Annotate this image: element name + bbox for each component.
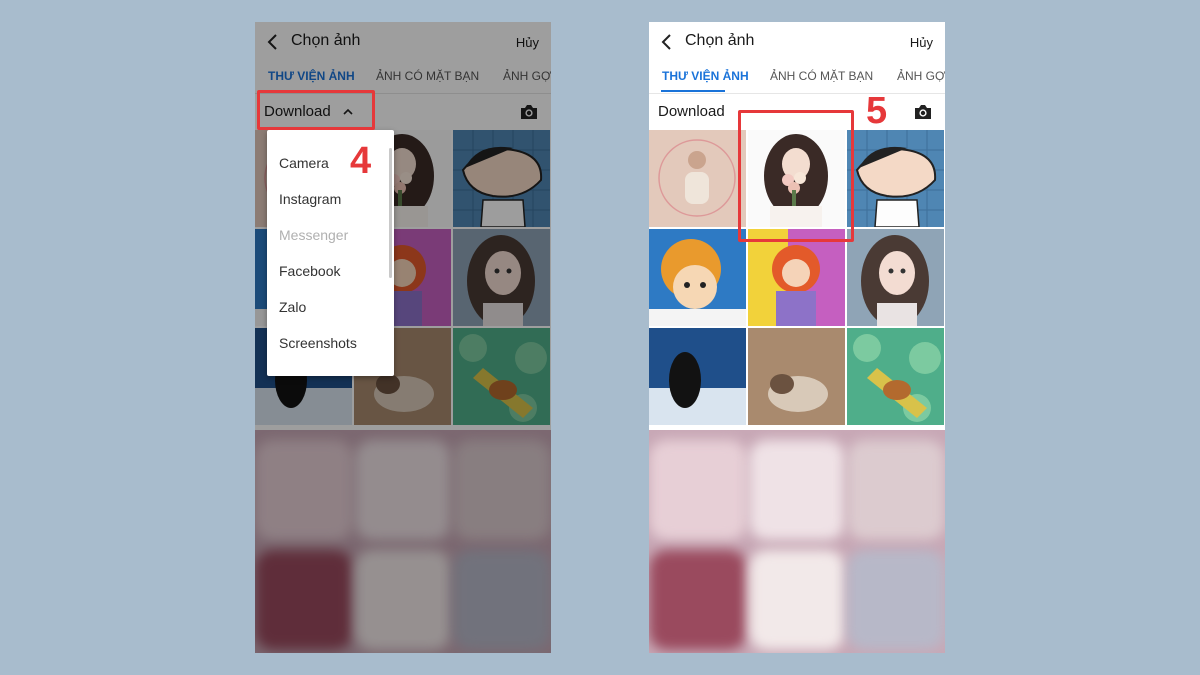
highlight-box-photo (738, 110, 854, 242)
active-tab-indicator (661, 90, 725, 92)
tab-suggested[interactable]: ẢNH GỢI (503, 69, 551, 83)
photo-thumbnail[interactable] (649, 130, 746, 227)
album-dropdown-menu: Camera Instagram Messenger Facebook Zalo… (267, 130, 394, 376)
blurred-photos (255, 430, 551, 653)
step-number: 5 (866, 90, 888, 132)
header-bar: Chọn ảnh Hủy (649, 22, 945, 62)
photo-thumbnail[interactable] (453, 130, 550, 227)
tab-library[interactable]: THƯ VIỆN ẢNH (268, 69, 355, 83)
album-option-camera[interactable]: Camera (279, 155, 329, 171)
photo-thumbnail[interactable] (453, 328, 550, 425)
tab-library[interactable]: THƯ VIỆN ẢNH (662, 69, 749, 83)
album-option-screenshots[interactable]: Screenshots (279, 335, 357, 351)
highlight-box-album (257, 90, 375, 130)
camera-icon[interactable] (519, 103, 539, 121)
tab-photos-with-you[interactable]: ẢNH CÓ MẶT BẠN (376, 69, 479, 83)
photo-thumbnail[interactable] (847, 328, 944, 425)
album-label[interactable]: Download (658, 103, 725, 120)
photo-thumbnail[interactable] (649, 229, 746, 326)
dropdown-scrollbar[interactable] (389, 148, 392, 278)
tab-photos-with-you[interactable]: ẢNH CÓ MẶT BẠN (770, 69, 873, 83)
album-option-zalo[interactable]: Zalo (279, 299, 306, 315)
page-title: Chọn ảnh (291, 32, 361, 49)
cancel-button[interactable]: Hủy (516, 35, 539, 50)
tab-suggested[interactable]: ẢNH GỢI (897, 69, 945, 83)
back-arrow-icon[interactable] (265, 32, 281, 52)
photo-thumbnail[interactable] (748, 328, 845, 425)
photo-thumbnail[interactable] (847, 229, 944, 326)
photo-thumbnail[interactable] (847, 130, 944, 227)
cancel-button[interactable]: Hủy (910, 35, 933, 50)
album-option-instagram[interactable]: Instagram (279, 191, 341, 207)
back-arrow-icon[interactable] (659, 32, 675, 52)
step-number: 4 (350, 140, 372, 182)
blurred-photos (649, 430, 945, 653)
album-option-facebook[interactable]: Facebook (279, 263, 340, 279)
phone-screen-step-5: Chọn ảnh Hủy THƯ VIỆN ẢNH ẢNH CÓ MẶT BẠN… (649, 22, 945, 653)
photo-thumbnail[interactable] (453, 229, 550, 326)
tab-bar: THƯ VIỆN ẢNH ẢNH CÓ MẶT BẠN ẢNH GỢI (649, 62, 945, 94)
photo-thumbnail[interactable] (748, 229, 845, 326)
camera-icon[interactable] (913, 103, 933, 121)
header-bar: Chọn ảnh Hủy (255, 22, 551, 62)
album-option-messenger: Messenger (279, 227, 349, 243)
page-title: Chọn ảnh (685, 32, 755, 49)
photo-thumbnail[interactable] (649, 328, 746, 425)
phone-screen-step-4: Chọn ảnh Hủy THƯ VIỆN ẢNH ẢNH CÓ MẶT BẠN… (255, 22, 551, 653)
